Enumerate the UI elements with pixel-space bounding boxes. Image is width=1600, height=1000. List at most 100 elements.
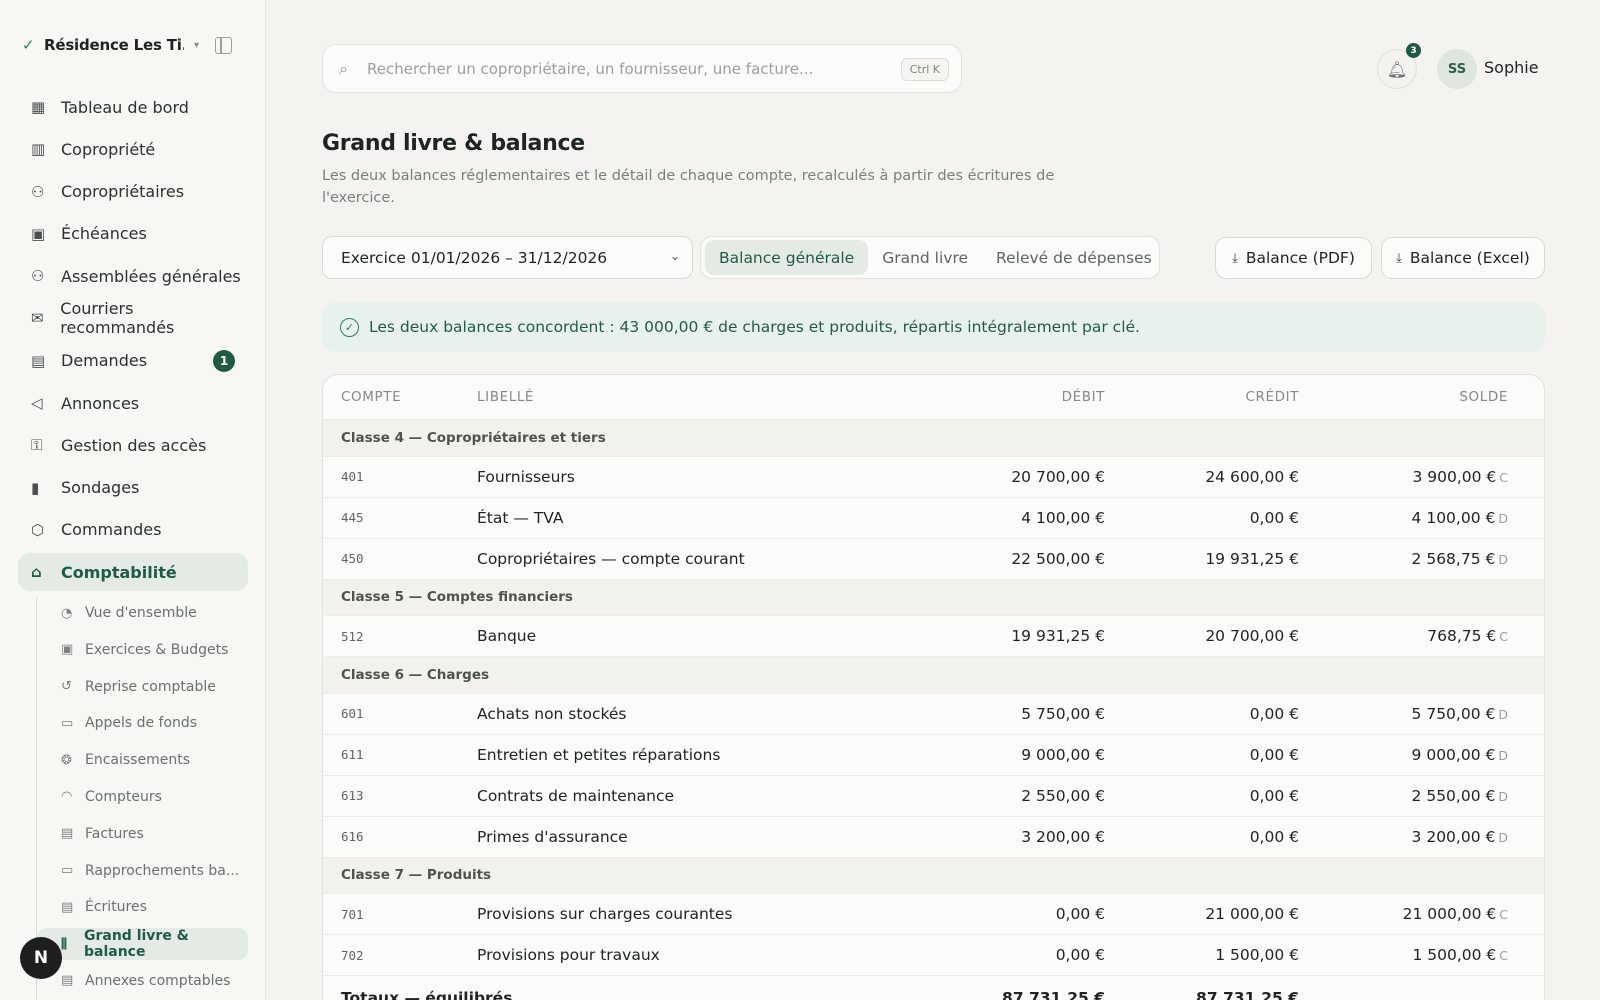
header-balance: SOLDE	[1459, 389, 1508, 405]
sidebar-item-users[interactable]: ⚇ Copropriétaires	[18, 173, 248, 211]
table-row[interactable]: 445 État — TVA 4 100,00 €0,00 €4 100,00 € D	[323, 498, 1544, 539]
account-code: 601	[341, 706, 364, 721]
search-bar[interactable]: ⌕ Ctrl K	[322, 44, 962, 93]
sidebar-item-grid[interactable]: ▦ Tableau de bord	[18, 88, 248, 126]
page-title: Grand livre & balance	[322, 131, 585, 156]
header-label: LIBELLÉ	[477, 389, 535, 405]
grid-icon: ▦	[31, 98, 46, 116]
exercise-select-value: Exercice 01/01/2026 – 31/12/2026	[341, 248, 608, 267]
subnav-item[interactable]: ▤ Annexes comptables	[37, 965, 248, 997]
receipt-icon: ▤	[61, 826, 74, 842]
account-label: Copropriétaires — compte courant	[477, 549, 745, 568]
header-code: COMPTE	[341, 389, 402, 405]
calendar-icon: ▣	[61, 642, 74, 658]
subnav-item[interactable]: ❂ Encaissements	[37, 744, 248, 776]
bell-icon: 🔔︎	[1386, 59, 1408, 79]
export-excel-button[interactable]: ⤓ Balance (Excel)	[1381, 237, 1545, 279]
exercise-select[interactable]: Exercice 01/01/2026 – 31/12/2026 ⌄	[322, 236, 693, 279]
user-name[interactable]: Sophie	[1484, 58, 1539, 77]
sidebar-item-bank[interactable]: ⌂ Comptabilité	[18, 553, 248, 592]
bank-icon: ⌂	[31, 563, 42, 582]
export-pdf-button[interactable]: ⤓ Balance (PDF)	[1215, 237, 1372, 279]
sidebar-item-calendar[interactable]: ▣ Échéances	[18, 215, 248, 253]
subnav-item[interactable]: ▤ Écritures	[37, 891, 248, 923]
book-icon: ▤	[61, 899, 74, 915]
subnav-item[interactable]: ▤ Factures	[37, 818, 248, 850]
subnav-item[interactable]: ↺ Reprise comptable	[37, 671, 248, 703]
app-logo[interactable]: N	[20, 937, 62, 979]
sidebar-collapse-icon[interactable]	[215, 36, 233, 54]
balance-value: 3 200,00 €	[1411, 827, 1496, 846]
search-input[interactable]	[367, 59, 887, 78]
sidebar-item-label: Copropriétaires	[61, 182, 185, 202]
table-row[interactable]: 401 Fournisseurs 20 700,00 €24 600,00 €3 9…	[323, 457, 1544, 498]
subnav-item-label: Appels de fonds	[85, 715, 198, 732]
subnav-item[interactable]: ▣ Exercices & Budgets	[37, 634, 248, 666]
tab-2[interactable]: Relevé de dépenses	[982, 240, 1166, 275]
sidebar-item-package[interactable]: ⬡ Commandes	[18, 511, 248, 549]
table-row[interactable]: 702 Provisions pour travaux 0,00 € 1 500,00…	[323, 935, 1544, 976]
table-row[interactable]: 601 Achats non stockés 5 750,00 €0,00 €5 7…	[323, 694, 1544, 735]
alert-text: Les deux balances concordent : 43 000,00…	[369, 318, 1140, 336]
account-label: Provisions pour travaux	[477, 946, 660, 964]
subnav-item-label: Grand livre & balance	[83, 928, 189, 961]
sidebar-item-building[interactable]: ▥ Copropriété	[18, 130, 248, 168]
balance-value: 1 500,00 €	[1412, 946, 1497, 964]
account-label: Primes d'assurance	[477, 827, 628, 846]
accounting-subnav: ◔ Vue d'ensemble ▣ Exercices & Budgets ↺ Repr…	[36, 597, 248, 1000]
subnav-item[interactable]: ◠ Compteurs	[37, 781, 248, 813]
credit-cell: 0,00 €	[1249, 827, 1299, 846]
avatar[interactable]: SS	[1437, 49, 1477, 89]
balance-value: 5 750,00 €	[1411, 704, 1496, 723]
sidebar-item-label: Commandes	[61, 520, 162, 540]
sidebar-item-label: Comptabilité	[61, 562, 177, 582]
sidebar-item-message[interactable]: ▤ Demandes 1	[18, 342, 248, 380]
table-row[interactable]: 512 Banque 19 931,25 €20 700,00 €768,75 € C	[323, 616, 1544, 657]
subnav-item[interactable]: ⫼ Grand livre & balance	[37, 928, 248, 961]
sidebar-item-assembly[interactable]: ⚇ Assemblées générales	[18, 257, 248, 295]
hand-coins-icon: ❂	[61, 752, 72, 768]
org-switcher[interactable]: ✓ Résidence Les Ti... ▾	[22, 30, 244, 60]
balance-side: C	[1499, 948, 1508, 963]
account-code: 512	[341, 628, 364, 644]
sidebar-item-mail[interactable]: ✉ Courriers recommandés	[18, 299, 248, 337]
sidebar-item-key[interactable]: ⚿ Gestion des accès	[18, 426, 248, 464]
table-row[interactable]: 701 Provisions sur charges courantes 0,00 …	[323, 894, 1544, 935]
balance-value: 2 568,75 €	[1411, 549, 1496, 568]
sidebar-item-label: Assemblées générales	[61, 266, 241, 286]
export-excel-label: Balance (Excel)	[1409, 249, 1530, 267]
balance-cell: 4 100,00 € D	[1299, 509, 1526, 527]
account-code: 450	[341, 551, 364, 566]
balance-cell: 5 750,00 € D	[1299, 705, 1526, 723]
balance-cell: 9 000,00 € D	[1299, 746, 1526, 764]
sidebar-item-label: Annonces	[61, 393, 140, 413]
debit-cell: 9 000,00 €	[1021, 745, 1105, 764]
debit-cell: 5 750,00 €	[1021, 704, 1105, 723]
tab-1[interactable]: Grand livre	[868, 240, 982, 275]
sidebar-item-megaphone[interactable]: ◁ Annonces	[18, 384, 248, 422]
sidebar-item-chart[interactable]: ▮ Sondages	[18, 469, 248, 507]
tab-0[interactable]: Balance générale	[705, 240, 869, 275]
subnav-item[interactable]: ▭ Rapprochements ba...	[37, 855, 248, 887]
table-row[interactable]: 613 Contrats de maintenance 2 550,00 € 0,00…	[323, 776, 1544, 817]
balance-side: D	[1498, 510, 1508, 526]
balance-value: 768,75 €	[1427, 627, 1497, 645]
chevron-down-icon[interactable]: ▾	[194, 40, 199, 51]
table-row[interactable]: 616 Primes d'assurance 3 200,00 €0,00 €3 2…	[323, 817, 1544, 858]
totals-credit: 87 731,25 €	[1196, 989, 1299, 1000]
sidebar-item-label: Gestion des accès	[61, 435, 207, 455]
subnav-item-label: Exercices & Budgets	[85, 641, 229, 658]
credit-cell: 20 700,00 €	[1205, 627, 1299, 645]
table-row[interactable]: 611 Entretien et petites réparations 9 000…	[323, 735, 1544, 776]
org-name: Résidence Les Ti...	[44, 36, 184, 54]
table-row[interactable]: 450 Copropriétaires — compte courant 22 50…	[323, 539, 1544, 580]
account-code: 445	[341, 510, 364, 525]
balance-cell: 21 000,00 € C	[1299, 905, 1526, 923]
account-label: État — TVA	[477, 508, 564, 527]
sidebar-item-label: Demandes	[61, 351, 148, 371]
account-label: Provisions sur charges courantes	[477, 905, 733, 923]
credit-cell: 0,00 €	[1249, 508, 1299, 527]
subnav-item[interactable]: ▭ Appels de fonds	[37, 707, 248, 739]
subnav-item[interactable]: ◔ Vue d'ensemble	[37, 597, 248, 629]
megaphone-icon: ◁	[31, 394, 43, 413]
